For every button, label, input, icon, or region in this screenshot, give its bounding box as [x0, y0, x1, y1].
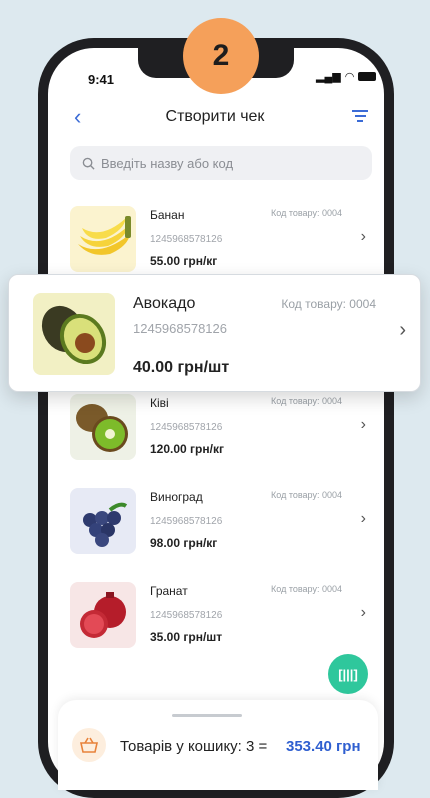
step-badge: 2: [183, 18, 259, 94]
basket-icon[interactable]: [72, 728, 106, 762]
item-code: Код товару: 0004: [271, 208, 342, 218]
filter-icon[interactable]: [351, 110, 369, 125]
item-barcode: 1245968578126: [150, 422, 223, 433]
item-code: Код товару: 0004: [271, 396, 342, 406]
item-name: Ківі: [150, 396, 169, 410]
grape-image: [70, 488, 136, 554]
signal-icon: ▂▄▆: [316, 71, 341, 83]
item-code: Код товару: 0004: [281, 297, 376, 311]
item-barcode: 1245968578126: [150, 610, 223, 621]
item-name: Банан: [150, 208, 185, 222]
status-time: 9:41: [88, 72, 115, 87]
item-price: 98.00 грн/кг: [150, 536, 218, 550]
chevron-right-icon: ›: [399, 319, 406, 341]
wifi-icon: ◠: [344, 71, 355, 83]
pomegranate-image: [70, 582, 136, 648]
item-barcode: 1245968578126: [150, 234, 223, 245]
avocado-image: [33, 293, 115, 375]
item-name: Авокадо: [133, 295, 196, 312]
item-code: Код товару: 0004: [271, 490, 342, 500]
back-button[interactable]: ‹: [74, 104, 81, 130]
status-icons: ▂▄▆ ◠: [316, 70, 377, 83]
search-placeholder: Введіть назву або код: [101, 155, 234, 171]
item-price: 35.00 грн/шт: [150, 630, 223, 644]
search-input[interactable]: Введіть назву або код: [70, 146, 372, 180]
battery-icon: [358, 72, 377, 81]
item-price: 120.00 грн/кг: [150, 442, 224, 456]
cart-summary-label: Товарів у кошику: 3 =: [120, 738, 268, 755]
banana-image: [70, 206, 136, 272]
item-code: Код товару: 0004: [271, 584, 342, 594]
item-name: Виноград: [150, 490, 203, 504]
list-item[interactable]: Виноград Код товару: 0004 1245968578126 …: [70, 488, 372, 558]
item-price: 55.00 грн/кг: [150, 254, 218, 268]
barcode-scan-icon: [|||]: [338, 666, 358, 682]
kiwi-image: [70, 394, 136, 460]
chevron-right-icon: ›: [360, 228, 366, 245]
list-item[interactable]: Банан Код товару: 0004 1245968578126 55.…: [70, 206, 372, 276]
highlighted-item-card[interactable]: Авокадо Код товару: 0004 1245968578126 4…: [8, 274, 421, 392]
scan-button[interactable]: [|||]: [328, 654, 368, 694]
item-name: Гранат: [150, 584, 188, 598]
item-price: 40.00 грн/шт: [133, 359, 230, 376]
list-item[interactable]: Гранат Код товару: 0004 1245968578126 35…: [70, 582, 372, 652]
chevron-right-icon: ›: [360, 416, 366, 433]
page-title: Створити чек: [165, 108, 265, 125]
chevron-right-icon: ›: [360, 604, 366, 621]
search-icon: [82, 157, 95, 170]
chevron-right-icon: ›: [360, 510, 366, 527]
item-barcode: 1245968578126: [133, 321, 227, 336]
sheet-handle[interactable]: [172, 714, 242, 717]
item-barcode: 1245968578126: [150, 516, 223, 527]
cart-total: 353.40 грн: [286, 738, 361, 755]
cart-footer: Товарів у кошику: 3 = 353.40 грн: [58, 700, 378, 790]
list-item[interactable]: Ківі Код товару: 0004 1245968578126 120.…: [70, 394, 372, 464]
